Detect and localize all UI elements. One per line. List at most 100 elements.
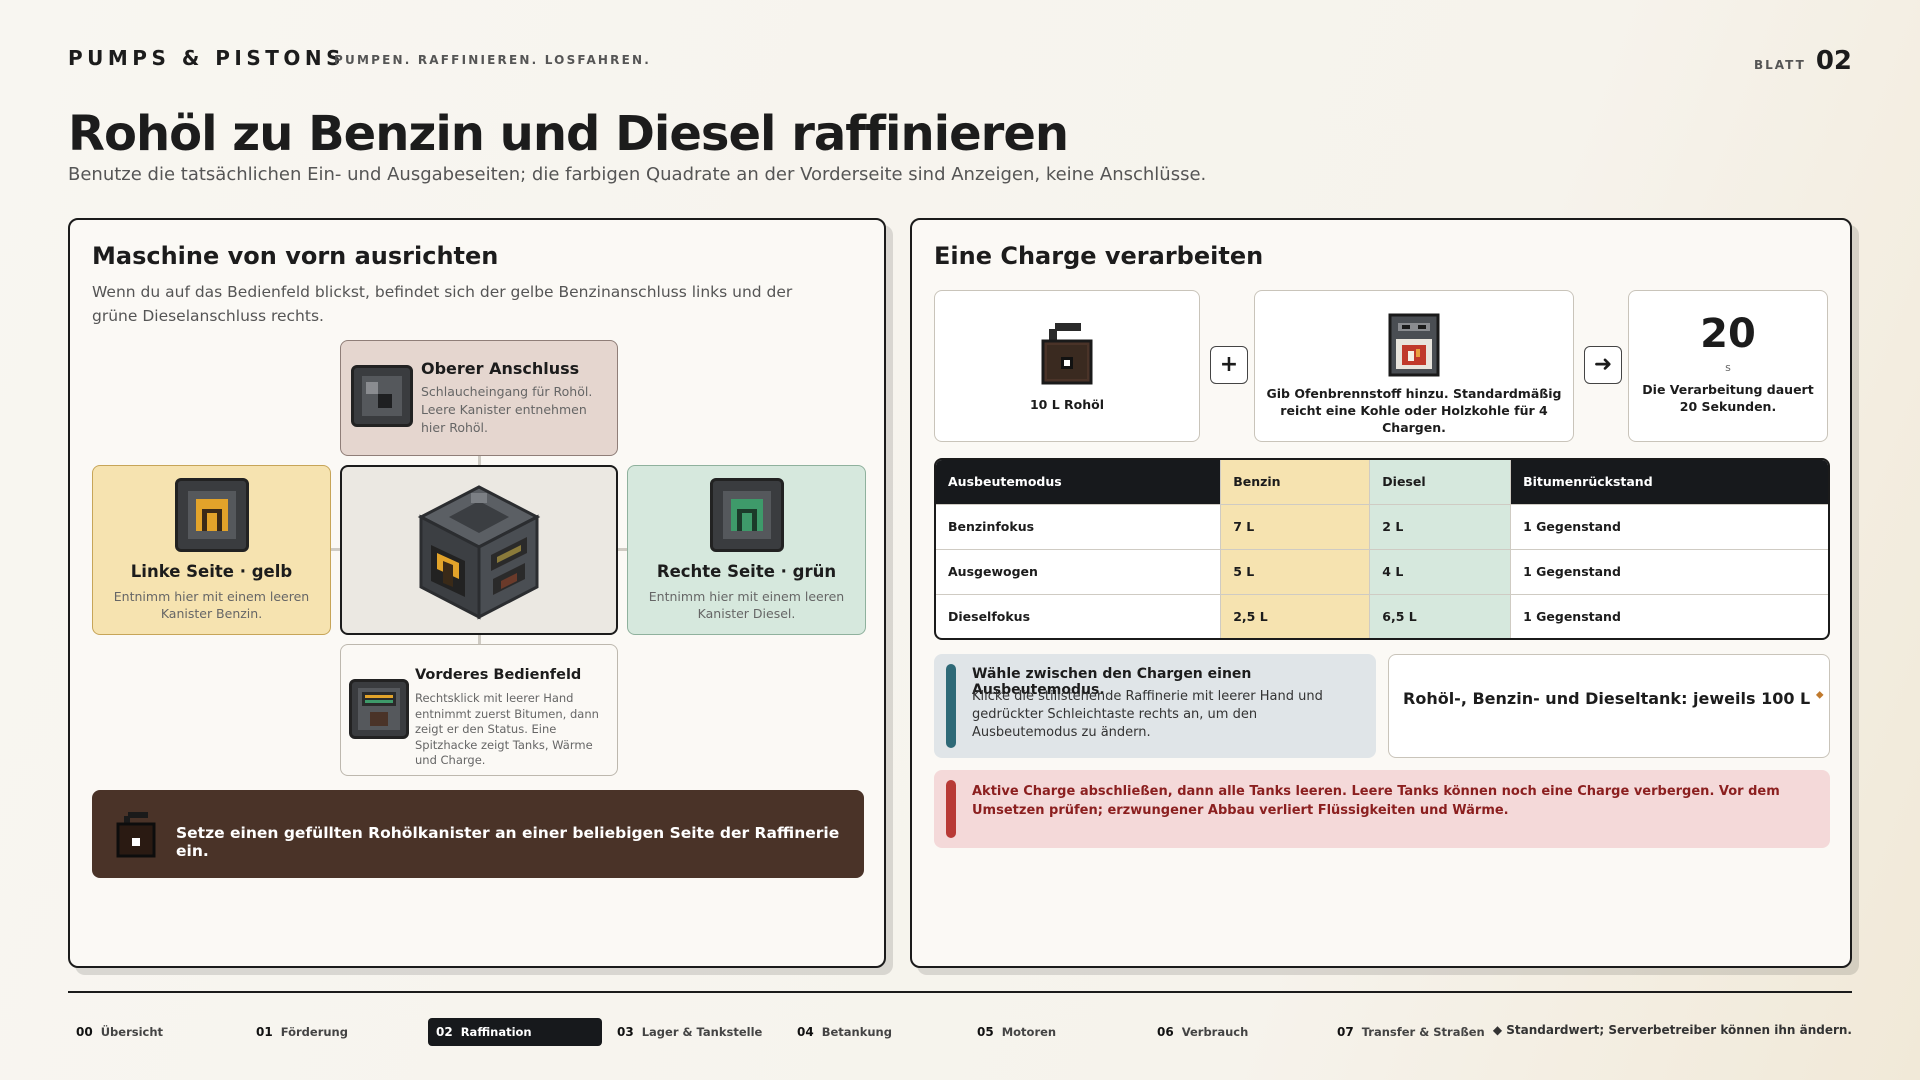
input-label: 10 L Rohöl	[1029, 397, 1105, 412]
orientation-panel: Maschine von vorn ausrichten Wenn du auf…	[68, 218, 886, 968]
left-port-text: Entnimm hier mit einem leeren Kanister B…	[113, 589, 310, 621]
tank-capacity-text: Rohöl-, Benzin- und Dieseltank: jeweils …	[1403, 689, 1824, 708]
table-row: Dieselfokus 2,5 L 6,5 L 1 Gegenstand	[936, 593, 1828, 638]
nav-number: 07	[1337, 1025, 1354, 1039]
table-cell: 5 L	[1220, 548, 1371, 595]
nav-number: 02	[436, 1025, 453, 1039]
plus-icon: +	[1210, 346, 1248, 384]
footer-divider	[68, 991, 1852, 993]
tank-capacity-note: Rohöl-, Benzin- und Dieseltank: jeweils …	[1388, 654, 1830, 758]
warning-text: Aktive Charge abschließen, dann alle Tan…	[972, 784, 1780, 818]
hose-inlet-icon	[351, 365, 413, 427]
time-card: 20 s Die Verarbeitung dauert 20 Sekunden…	[1628, 290, 1828, 442]
brand-tagline: PUMPEN. RAFFINIEREN. LOSFAHREN.	[334, 53, 652, 67]
nav-label: Transfer & Straßen	[1361, 1025, 1485, 1039]
batch-panel: Eine Charge verarbeiten 10 L Rohöl + Gib…	[910, 218, 1852, 968]
nav-label: Betankung	[821, 1025, 892, 1039]
diesel-port-icon	[710, 478, 784, 552]
warning-note: Aktive Charge abschließen, dann alle Tan…	[934, 770, 1830, 848]
page-header: PUMPS & PISTONS PUMPEN. RAFFINIEREN. LOS…	[68, 44, 1852, 84]
table-cell: 4 L	[1369, 548, 1512, 595]
furnace-icon	[1388, 313, 1440, 377]
time-unit: s	[1725, 361, 1731, 374]
nav-item-lager[interactable]: 03 Lager & Tankstelle	[609, 1018, 781, 1046]
table-cell: 2,5 L	[1220, 593, 1371, 638]
front-panel-card: Vorderes Bedienfeld Rechtsklick mit leer…	[340, 644, 618, 776]
left-port-card: Linke Seite · gelb Entnimm hier mit eine…	[92, 465, 331, 635]
control-panel-icon	[349, 679, 409, 739]
yield-mode-note: Wähle zwischen den Chargen einen Ausbeut…	[934, 654, 1376, 758]
refinery-block	[340, 465, 618, 635]
right-port-card: Rechte Seite · grün Entnimm hier mit ein…	[627, 465, 866, 635]
nav-item-motoren[interactable]: 05 Motoren	[969, 1018, 1141, 1046]
nav-item-foerderung[interactable]: 01 Förderung	[248, 1018, 420, 1046]
yield-mode-note-text: Klicke die stillstehende Raffinerie mit …	[972, 689, 1323, 740]
warning-accent-bar	[946, 780, 956, 838]
nav-item-betankung[interactable]: 04 Betankung	[789, 1018, 961, 1046]
table-row: Benzinfokus 7 L 2 L 1 Gegenstand	[936, 503, 1828, 550]
page-title: Rohöl zu Benzin und Diesel raffinieren	[68, 106, 1069, 162]
footnote: ◆ Standardwert; Serverbetreiber können i…	[1492, 1023, 1852, 1037]
default-value-marker: ◆	[1815, 689, 1824, 701]
sheet-indicator: BLATT 02	[1754, 46, 1852, 76]
crude-canister-icon	[1041, 323, 1093, 385]
batch-heading: Eine Charge verarbeiten	[934, 242, 1264, 270]
top-port-text: Schlaucheingang für Rohöl. Leere Kaniste…	[421, 384, 593, 435]
page-subtitle: Benutze die tatsächlichen Ein- und Ausga…	[68, 164, 1207, 185]
table-cell: Dieselfokus	[936, 593, 1222, 638]
nav-item-raffination[interactable]: 02 Raffination	[428, 1018, 602, 1046]
yield-table: Ausbeutemodus Benzin Diesel Bitumenrücks…	[934, 458, 1830, 640]
right-port-text: Entnimm hier mit einem leeren Kanister D…	[648, 589, 845, 621]
table-cell: 1 Gegenstand	[1510, 503, 1828, 550]
orientation-description: Wenn du auf das Bedienfeld blickst, befi…	[92, 283, 793, 325]
right-port-name: Rechte Seite · grün	[656, 562, 837, 581]
table-cell: 1 Gegenstand	[1510, 593, 1828, 638]
input-card: 10 L Rohöl	[934, 290, 1200, 442]
front-panel-text: Rechtsklick mit leerer Hand entnimmt zue…	[415, 691, 599, 767]
time-label: Die Verarbeitung dauert 20 Sekunden.	[1642, 382, 1814, 414]
nav-label: Übersicht	[100, 1025, 164, 1039]
benzin-port-icon	[175, 478, 249, 552]
table-cell: 7 L	[1220, 503, 1371, 550]
nav-number: 04	[797, 1025, 814, 1039]
insert-canister-banner: Setze einen gefüllten Rohölkanister an e…	[92, 790, 864, 878]
time-value: 20	[1700, 311, 1756, 357]
banner-text: Setze einen gefüllten Rohölkanister an e…	[176, 824, 840, 860]
nav-label: Förderung	[280, 1025, 348, 1039]
table-cell: 2 L	[1369, 503, 1512, 550]
refinery-block-icon	[417, 485, 541, 620]
column-header: Bitumenrückstand	[1510, 460, 1828, 504]
table-cell: Benzinfokus	[936, 503, 1222, 550]
orientation-heading: Maschine von vorn ausrichten	[92, 242, 499, 270]
nav-item-verbrauch[interactable]: 06 Verbrauch	[1149, 1018, 1321, 1046]
top-port-name: Oberer Anschluss	[421, 359, 580, 378]
brand-name: PUMPS & PISTONS	[68, 46, 346, 70]
column-header: Ausbeutemodus	[936, 460, 1222, 504]
nav-label: Raffination	[460, 1025, 532, 1039]
column-header: Benzin	[1220, 460, 1371, 504]
nav-label: Motoren	[1001, 1025, 1057, 1039]
nav-number: 01	[256, 1025, 273, 1039]
column-header: Diesel	[1369, 460, 1512, 504]
nav-number: 05	[977, 1025, 994, 1039]
fuel-label: Gib Ofenbrennstoff hinzu. Standardmäßig …	[1266, 386, 1562, 435]
crude-canister-icon	[116, 812, 156, 858]
nav-item-overview[interactable]: 00 Übersicht	[68, 1018, 240, 1046]
table-cell: 6,5 L	[1369, 593, 1512, 638]
fuel-card: Gib Ofenbrennstoff hinzu. Standardmäßig …	[1254, 290, 1574, 442]
nav-label: Lager & Tankstelle	[641, 1025, 763, 1039]
nav-item-transfer[interactable]: 07 Transfer & Straßen	[1329, 1018, 1509, 1046]
nav-number: 00	[76, 1025, 93, 1039]
top-port-card: Oberer Anschluss Schlaucheingang für Roh…	[340, 340, 618, 456]
arrow-right-icon: ➜	[1584, 346, 1622, 384]
info-accent-bar	[946, 664, 956, 748]
nav-number: 06	[1157, 1025, 1174, 1039]
tank-capacity-value: Rohöl-, Benzin- und Dieseltank: jeweils …	[1403, 689, 1811, 708]
table-row: Ausgewogen 5 L 4 L 1 Gegenstand	[936, 548, 1828, 595]
front-panel-name: Vorderes Bedienfeld	[415, 667, 582, 683]
sheet-label: BLATT	[1754, 58, 1806, 72]
nav-label: Verbrauch	[1181, 1025, 1249, 1039]
nav-number: 03	[617, 1025, 634, 1039]
left-port-name: Linke Seite · gelb	[130, 562, 293, 581]
sheet-number: 02	[1815, 46, 1852, 76]
